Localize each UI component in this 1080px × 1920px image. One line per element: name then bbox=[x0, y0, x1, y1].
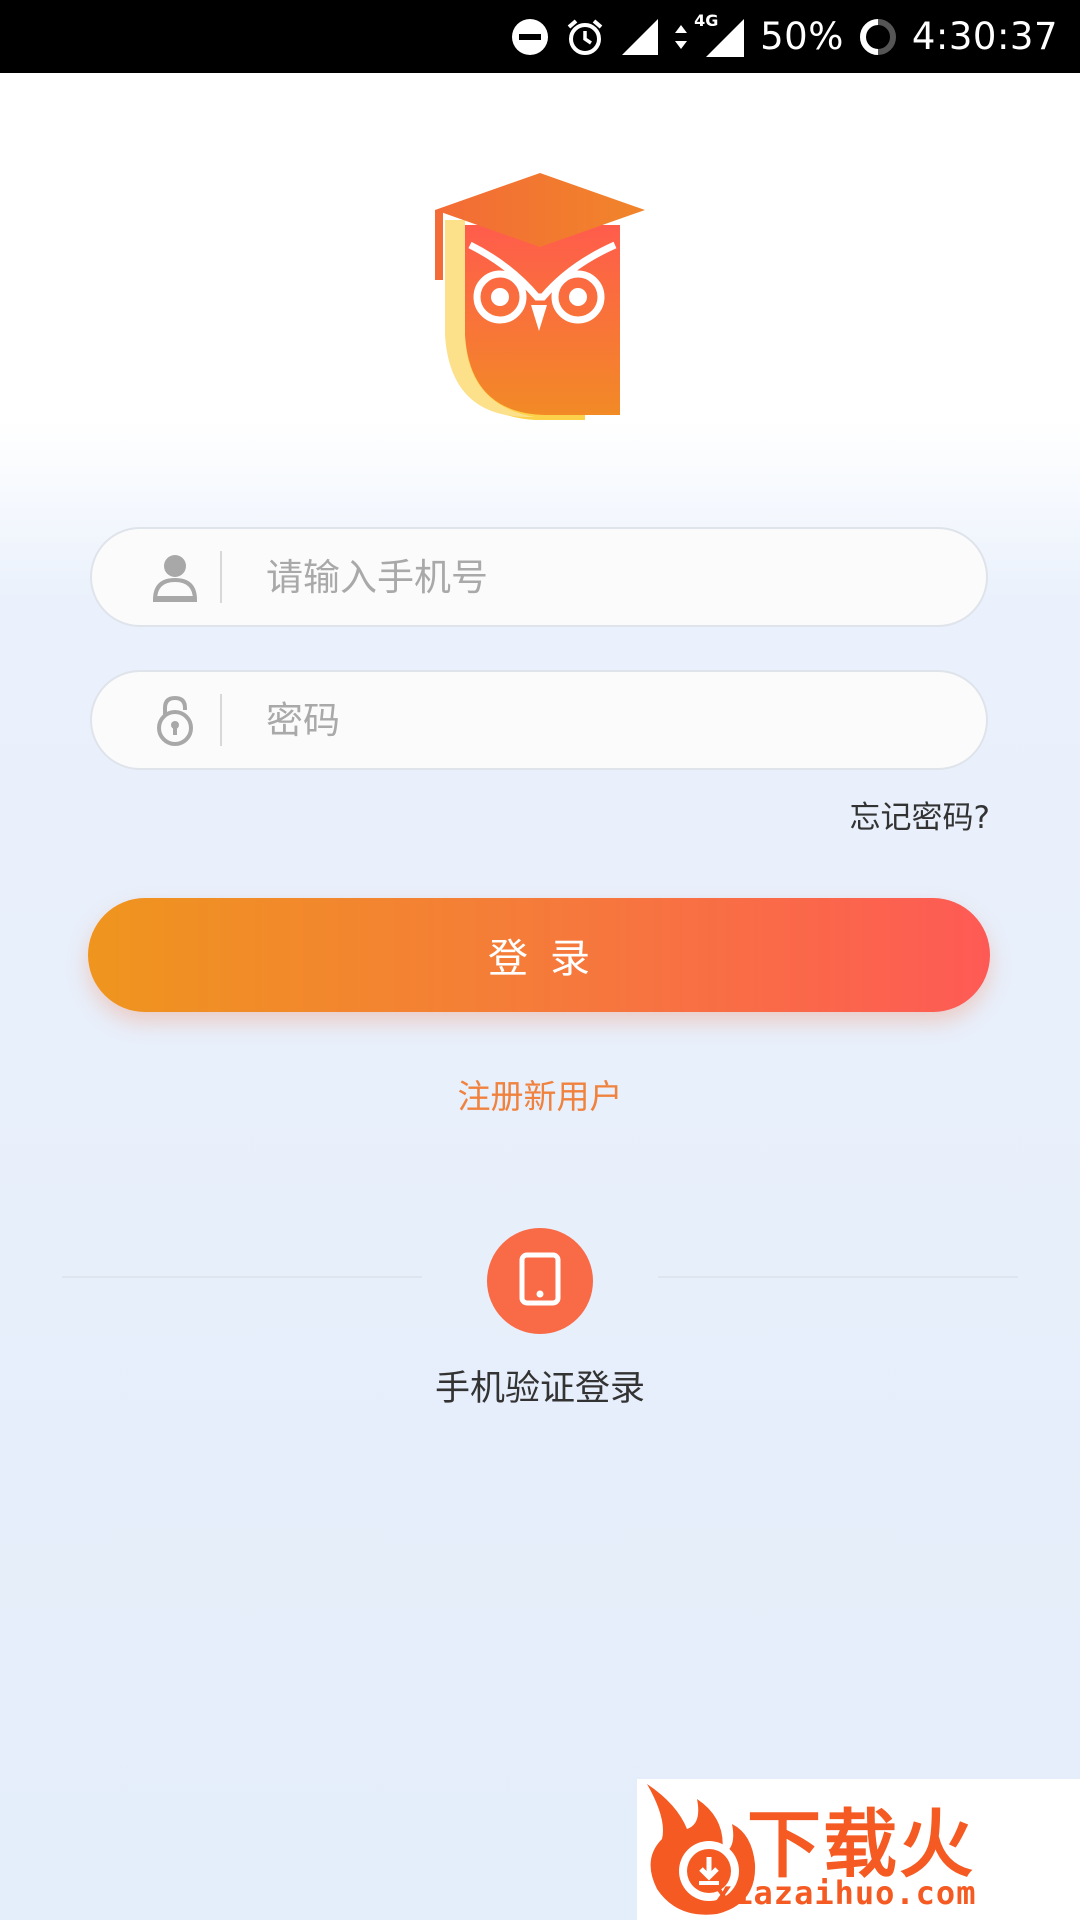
phone-login-label: 手机验证登录 bbox=[434, 1369, 645, 1409]
clock: 4:30:37 bbox=[911, 15, 1058, 58]
watermark: 下载火 xiazaihuo.com bbox=[637, 1779, 1080, 1920]
login-button[interactable]: 登录 bbox=[88, 898, 990, 1012]
password-field[interactable] bbox=[90, 670, 988, 770]
do-not-disturb-icon bbox=[510, 17, 550, 57]
field-divider bbox=[220, 694, 222, 746]
app-logo bbox=[425, 165, 655, 425]
phone-login-button[interactable] bbox=[487, 1228, 593, 1334]
divider-right bbox=[658, 1276, 1018, 1278]
data-arrows-icon bbox=[674, 19, 688, 55]
field-divider bbox=[220, 551, 222, 603]
password-input[interactable] bbox=[264, 697, 908, 743]
register-link[interactable]: 注册新用户 bbox=[0, 1070, 1080, 1118]
battery-percent: 50% bbox=[760, 15, 844, 58]
status-bar: 4G 50% 4:30:37 bbox=[0, 0, 1080, 73]
signal-4g-icon: 4G bbox=[694, 11, 746, 59]
signal-icon bbox=[620, 17, 660, 57]
watermark-url: xiazaihuo.com bbox=[713, 1874, 977, 1912]
lock-icon bbox=[130, 694, 220, 746]
user-icon bbox=[130, 552, 220, 602]
phone-input[interactable] bbox=[264, 554, 908, 600]
battery-ring-icon bbox=[858, 17, 898, 57]
phone-icon bbox=[518, 1252, 562, 1310]
divider-left bbox=[62, 1276, 422, 1278]
network-type: 4G bbox=[694, 10, 719, 30]
forgot-password-link[interactable]: 忘记密码? bbox=[850, 792, 990, 837]
phone-field[interactable] bbox=[90, 527, 988, 627]
alarm-icon bbox=[564, 16, 606, 58]
